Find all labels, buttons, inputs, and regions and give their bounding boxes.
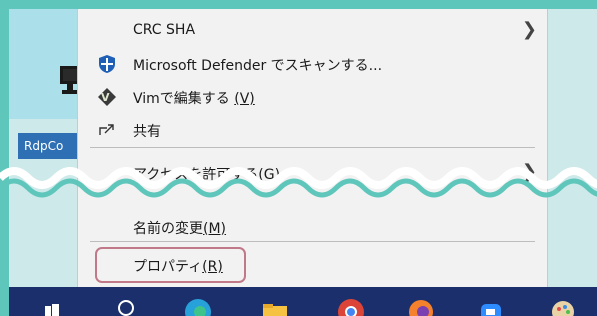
chrome-icon[interactable] [337,292,365,316]
menu-item-text: 名前の変更 [133,221,203,237]
menu-item-label: 共有 [133,124,161,140]
submenu-chevron-icon: ❯ [521,19,537,40]
menu-item-vim-edit[interactable]: V Vimで編集する (V) [78,81,547,112]
menu-item-label: Vimで編集する (V) [133,88,255,108]
menu-item-crc-sha[interactable]: CRC SHA ❯ [78,15,547,46]
edge-icon[interactable] [184,292,212,316]
taskbar [9,287,597,316]
zoom-icon[interactable] [477,292,505,316]
desktop-icon-tile[interactable] [9,9,80,119]
start-icon[interactable] [39,292,67,316]
firefox-icon[interactable] [407,292,435,316]
vim-icon: V [98,88,116,106]
menu-item-label: 名前の変更(M) [133,218,226,238]
defender-shield-icon [99,55,115,73]
menu-item-defender-scan[interactable]: Microsoft Defender でスキャンする... [78,48,547,79]
menu-item-accelerator: (V) [234,91,255,107]
context-menu: CRC SHA ❯ Microsoft Defender でスキャンする... … [77,9,548,287]
menu-separator [90,147,535,148]
menu-item-accelerator: (M) [203,221,227,237]
menu-item-share[interactable]: 共有 [78,114,547,145]
menu-item-rename[interactable]: 名前の変更(M) [78,211,547,242]
file-explorer-icon[interactable] [261,292,289,316]
svg-text:V: V [101,91,110,104]
properties-highlight-box [95,247,246,283]
search-icon[interactable] [112,292,140,316]
menu-separator [90,241,535,242]
desktop-background-right [541,9,597,289]
menu-item-label: CRC SHA [133,22,196,38]
menu-item-text: Vimで編集する [133,91,230,107]
menu-item-label: Microsoft Defender でスキャンする... [133,58,383,74]
share-icon [99,124,114,135]
torn-edge-divider [0,167,597,198]
paint-icon[interactable] [549,292,577,316]
